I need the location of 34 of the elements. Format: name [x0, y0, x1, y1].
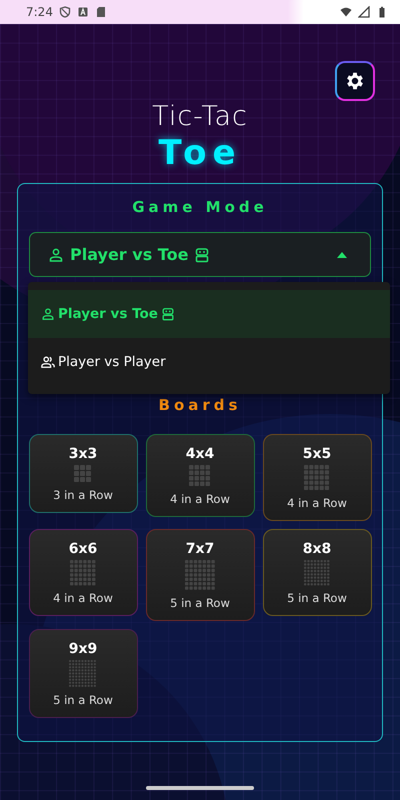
grid-icon: [189, 465, 211, 487]
board-option[interactable]: 4x4 4 in a Row: [146, 434, 254, 517]
title-text: Tic-Tac: [152, 101, 248, 133]
people-icon: [41, 355, 55, 369]
menu-item[interactable]: Player vs Toe: [28, 290, 390, 338]
board-option[interactable]: 7x7 5 in a Row: [146, 529, 254, 621]
person-icon: [48, 246, 64, 262]
settings-button[interactable]: [335, 61, 375, 101]
person-icon: [41, 307, 55, 321]
board-option[interactable]: 3x3 3 in a Row: [28, 434, 138, 513]
shield-icon: [58, 6, 71, 18]
grid-icon: [184, 560, 216, 591]
mode-dropdown[interactable]: Player vs Toe: [29, 232, 371, 277]
menu-item[interactable]: Player vs Player: [28, 338, 390, 386]
board-option[interactable]: 9x9 5 in a Row: [28, 628, 138, 718]
board-option[interactable]: 8x8 5 in a Row: [262, 529, 372, 616]
grid-icon: [70, 560, 96, 586]
robot-icon: [194, 246, 210, 262]
grid-icon: [304, 560, 330, 586]
grid-icon: [304, 465, 330, 491]
grid-icon: [74, 465, 92, 483]
signal-icon: [358, 6, 370, 18]
section-heading: Game Mode: [132, 197, 268, 218]
gesture-handle[interactable]: [146, 786, 254, 790]
title-text: Toe: [158, 133, 242, 173]
sd-card-icon: [94, 6, 107, 18]
section-heading: Boards: [158, 395, 242, 416]
wifi-icon: [340, 6, 352, 18]
board-option[interactable]: 5x5 4 in a Row: [262, 434, 372, 521]
robot-icon: [160, 307, 175, 321]
font-icon: [76, 6, 89, 18]
board-option[interactable]: 6x6 4 in a Row: [28, 529, 138, 616]
status-time: 7:24: [26, 5, 53, 19]
grid-icon: [69, 660, 97, 688]
